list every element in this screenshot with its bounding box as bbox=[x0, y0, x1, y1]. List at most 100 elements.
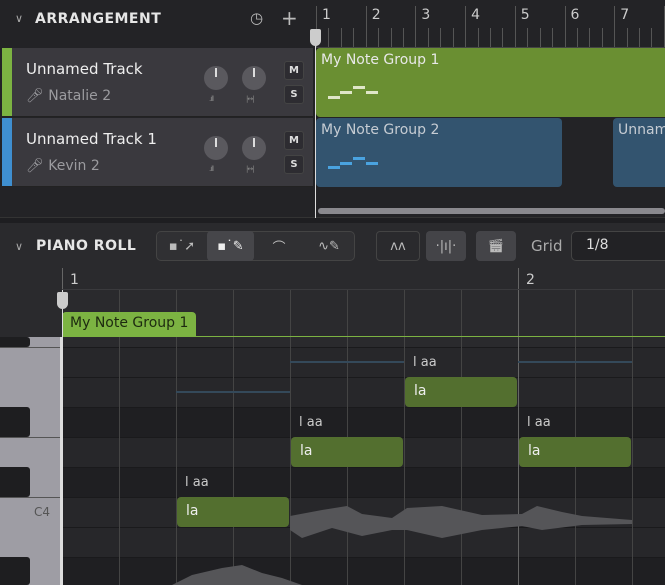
select-notes-tool[interactable]: ▪˙➚ bbox=[157, 231, 207, 261]
track-row[interactable]: Unnamed Track 🎤︎ Natalie 2 .ıll |↔| M S bbox=[2, 48, 313, 117]
bar-number: 3 bbox=[421, 7, 431, 23]
volume-knob[interactable] bbox=[204, 66, 228, 90]
microphone-icon: 🎤︎ bbox=[26, 88, 44, 104]
collapse-arrangement-icon[interactable]: ∨ bbox=[15, 12, 23, 25]
waveform-toggle[interactable]: ·|ı|· bbox=[426, 231, 466, 261]
playhead[interactable] bbox=[315, 30, 316, 218]
solo-button[interactable]: S bbox=[284, 155, 304, 174]
ruler-tick bbox=[639, 28, 641, 48]
pitch-curve-segment bbox=[290, 361, 404, 363]
grid-label: Grid bbox=[531, 237, 563, 255]
ruler-tick bbox=[390, 28, 392, 48]
microphone-icon: 🎤︎ bbox=[26, 158, 44, 174]
note[interactable]: la bbox=[519, 437, 631, 467]
pitch-curve-icon: ʌʌ bbox=[390, 238, 406, 254]
key-divider bbox=[0, 437, 62, 438]
piano-roll-title: PIANO ROLL bbox=[36, 238, 137, 254]
ruler-tick bbox=[601, 28, 603, 48]
ruler-tick bbox=[402, 28, 404, 48]
note[interactable]: la bbox=[405, 377, 517, 407]
ruler-tick bbox=[527, 28, 529, 48]
volume-knob[interactable] bbox=[204, 136, 228, 160]
note-group-tab[interactable]: My Note Group 1 bbox=[62, 312, 196, 336]
ruler-tick bbox=[552, 28, 554, 48]
playhead-handle[interactable] bbox=[310, 29, 321, 46]
clip-my-note-group-2[interactable]: My Note Group 2 bbox=[316, 118, 562, 187]
volume-icon: .ıll bbox=[209, 95, 214, 103]
key-label-c4: C4 bbox=[34, 505, 51, 519]
note-group-line bbox=[62, 336, 665, 337]
draw-notes-icon: ▪˙✎ bbox=[217, 238, 244, 254]
ruler-tick bbox=[465, 6, 467, 48]
ruler-tick bbox=[589, 28, 591, 48]
horizontal-scrollbar[interactable] bbox=[318, 208, 665, 214]
mute-button[interactable]: M bbox=[284, 61, 304, 80]
pitch-curve-segment bbox=[518, 361, 632, 363]
clapperboard-icon: 🎬︎ bbox=[487, 238, 505, 254]
ruler-tick bbox=[415, 6, 417, 48]
keyboard-edge bbox=[60, 337, 62, 585]
bar-number: 7 bbox=[620, 7, 630, 23]
grid-select[interactable]: 1/8 bbox=[571, 231, 665, 261]
clip-label: Unnamed bbox=[618, 122, 665, 138]
ruler-tick bbox=[477, 28, 479, 48]
pitch-draw-icon: ∿✎ bbox=[318, 238, 340, 254]
pitch-curve-toggle[interactable]: ʌʌ bbox=[376, 231, 420, 261]
ruler-tick bbox=[539, 28, 541, 48]
pan-icon: |↔| bbox=[246, 165, 255, 173]
ruler-tick bbox=[626, 28, 628, 48]
key-divider bbox=[0, 347, 62, 348]
track-voice[interactable]: 🎤︎ Natalie 2 bbox=[26, 88, 111, 104]
key-divider bbox=[0, 497, 62, 498]
ruler-tick bbox=[502, 28, 504, 48]
track-voice[interactable]: 🎤︎ Kevin 2 bbox=[26, 158, 100, 174]
ruler-tick bbox=[440, 28, 442, 48]
pr-playhead[interactable] bbox=[62, 290, 63, 585]
grid-value: 1/8 bbox=[586, 237, 609, 253]
pan-knob[interactable] bbox=[242, 136, 266, 160]
note-phonemes: l aa bbox=[185, 475, 209, 490]
track-color bbox=[2, 48, 12, 116]
pr-playhead-handle[interactable] bbox=[57, 292, 68, 309]
clip-my-note-group-1[interactable]: My Note Group 1 bbox=[316, 48, 665, 117]
ruler-tick bbox=[378, 28, 380, 48]
video-toggle[interactable]: 🎬︎ bbox=[476, 231, 516, 261]
bar-number: 6 bbox=[570, 7, 580, 23]
ruler-tick bbox=[340, 28, 342, 48]
ruler-tick bbox=[564, 6, 566, 48]
black-key bbox=[0, 467, 30, 497]
ruler-tick bbox=[328, 28, 330, 48]
bar-number: 2 bbox=[371, 7, 381, 23]
pan-knob[interactable] bbox=[242, 66, 266, 90]
track-name[interactable]: Unnamed Track bbox=[26, 60, 143, 78]
note[interactable]: la bbox=[291, 437, 403, 467]
track-color bbox=[2, 118, 12, 186]
ruler-tick bbox=[365, 6, 367, 48]
pitch-curve-segment bbox=[176, 391, 290, 393]
collapse-piano-roll-icon[interactable]: ∨ bbox=[15, 240, 23, 253]
draw-notes-tool[interactable]: ▪˙✎ bbox=[207, 231, 254, 261]
waveform-icon: ·|ı|· bbox=[435, 238, 457, 254]
track-row[interactable]: Unnamed Track 1 🎤︎ Kevin 2 .ıll |↔| M S bbox=[2, 118, 313, 187]
ruler-tick bbox=[452, 28, 454, 48]
pitch-draw-tool[interactable]: ∿✎ bbox=[304, 231, 354, 261]
voice-name: Natalie 2 bbox=[48, 88, 112, 104]
pan-icon: |↔| bbox=[246, 95, 255, 103]
arrangement-title: ARRANGEMENT bbox=[35, 11, 162, 27]
bar-number: 1 bbox=[322, 7, 331, 23]
note[interactable]: la bbox=[177, 497, 289, 527]
volume-icon: .ıll bbox=[209, 165, 214, 173]
solo-button[interactable]: S bbox=[284, 85, 304, 104]
mute-button[interactable]: M bbox=[284, 131, 304, 150]
piano-keyboard[interactable] bbox=[0, 337, 62, 585]
add-track-icon[interactable]: + bbox=[281, 6, 298, 30]
bar-number: 5 bbox=[520, 7, 530, 23]
pitch-anchor-tool[interactable]: ⌒ bbox=[254, 231, 304, 261]
tempo-icon[interactable]: ◷ bbox=[250, 9, 263, 27]
ruler-tick bbox=[427, 28, 429, 48]
ruler-tick bbox=[489, 28, 491, 48]
clip-unnamed[interactable]: Unnamed bbox=[613, 118, 665, 187]
clip-notes-preview bbox=[328, 86, 378, 99]
pitch-anchor-icon: ⌒ bbox=[272, 240, 286, 256]
track-name[interactable]: Unnamed Track 1 bbox=[26, 130, 157, 148]
